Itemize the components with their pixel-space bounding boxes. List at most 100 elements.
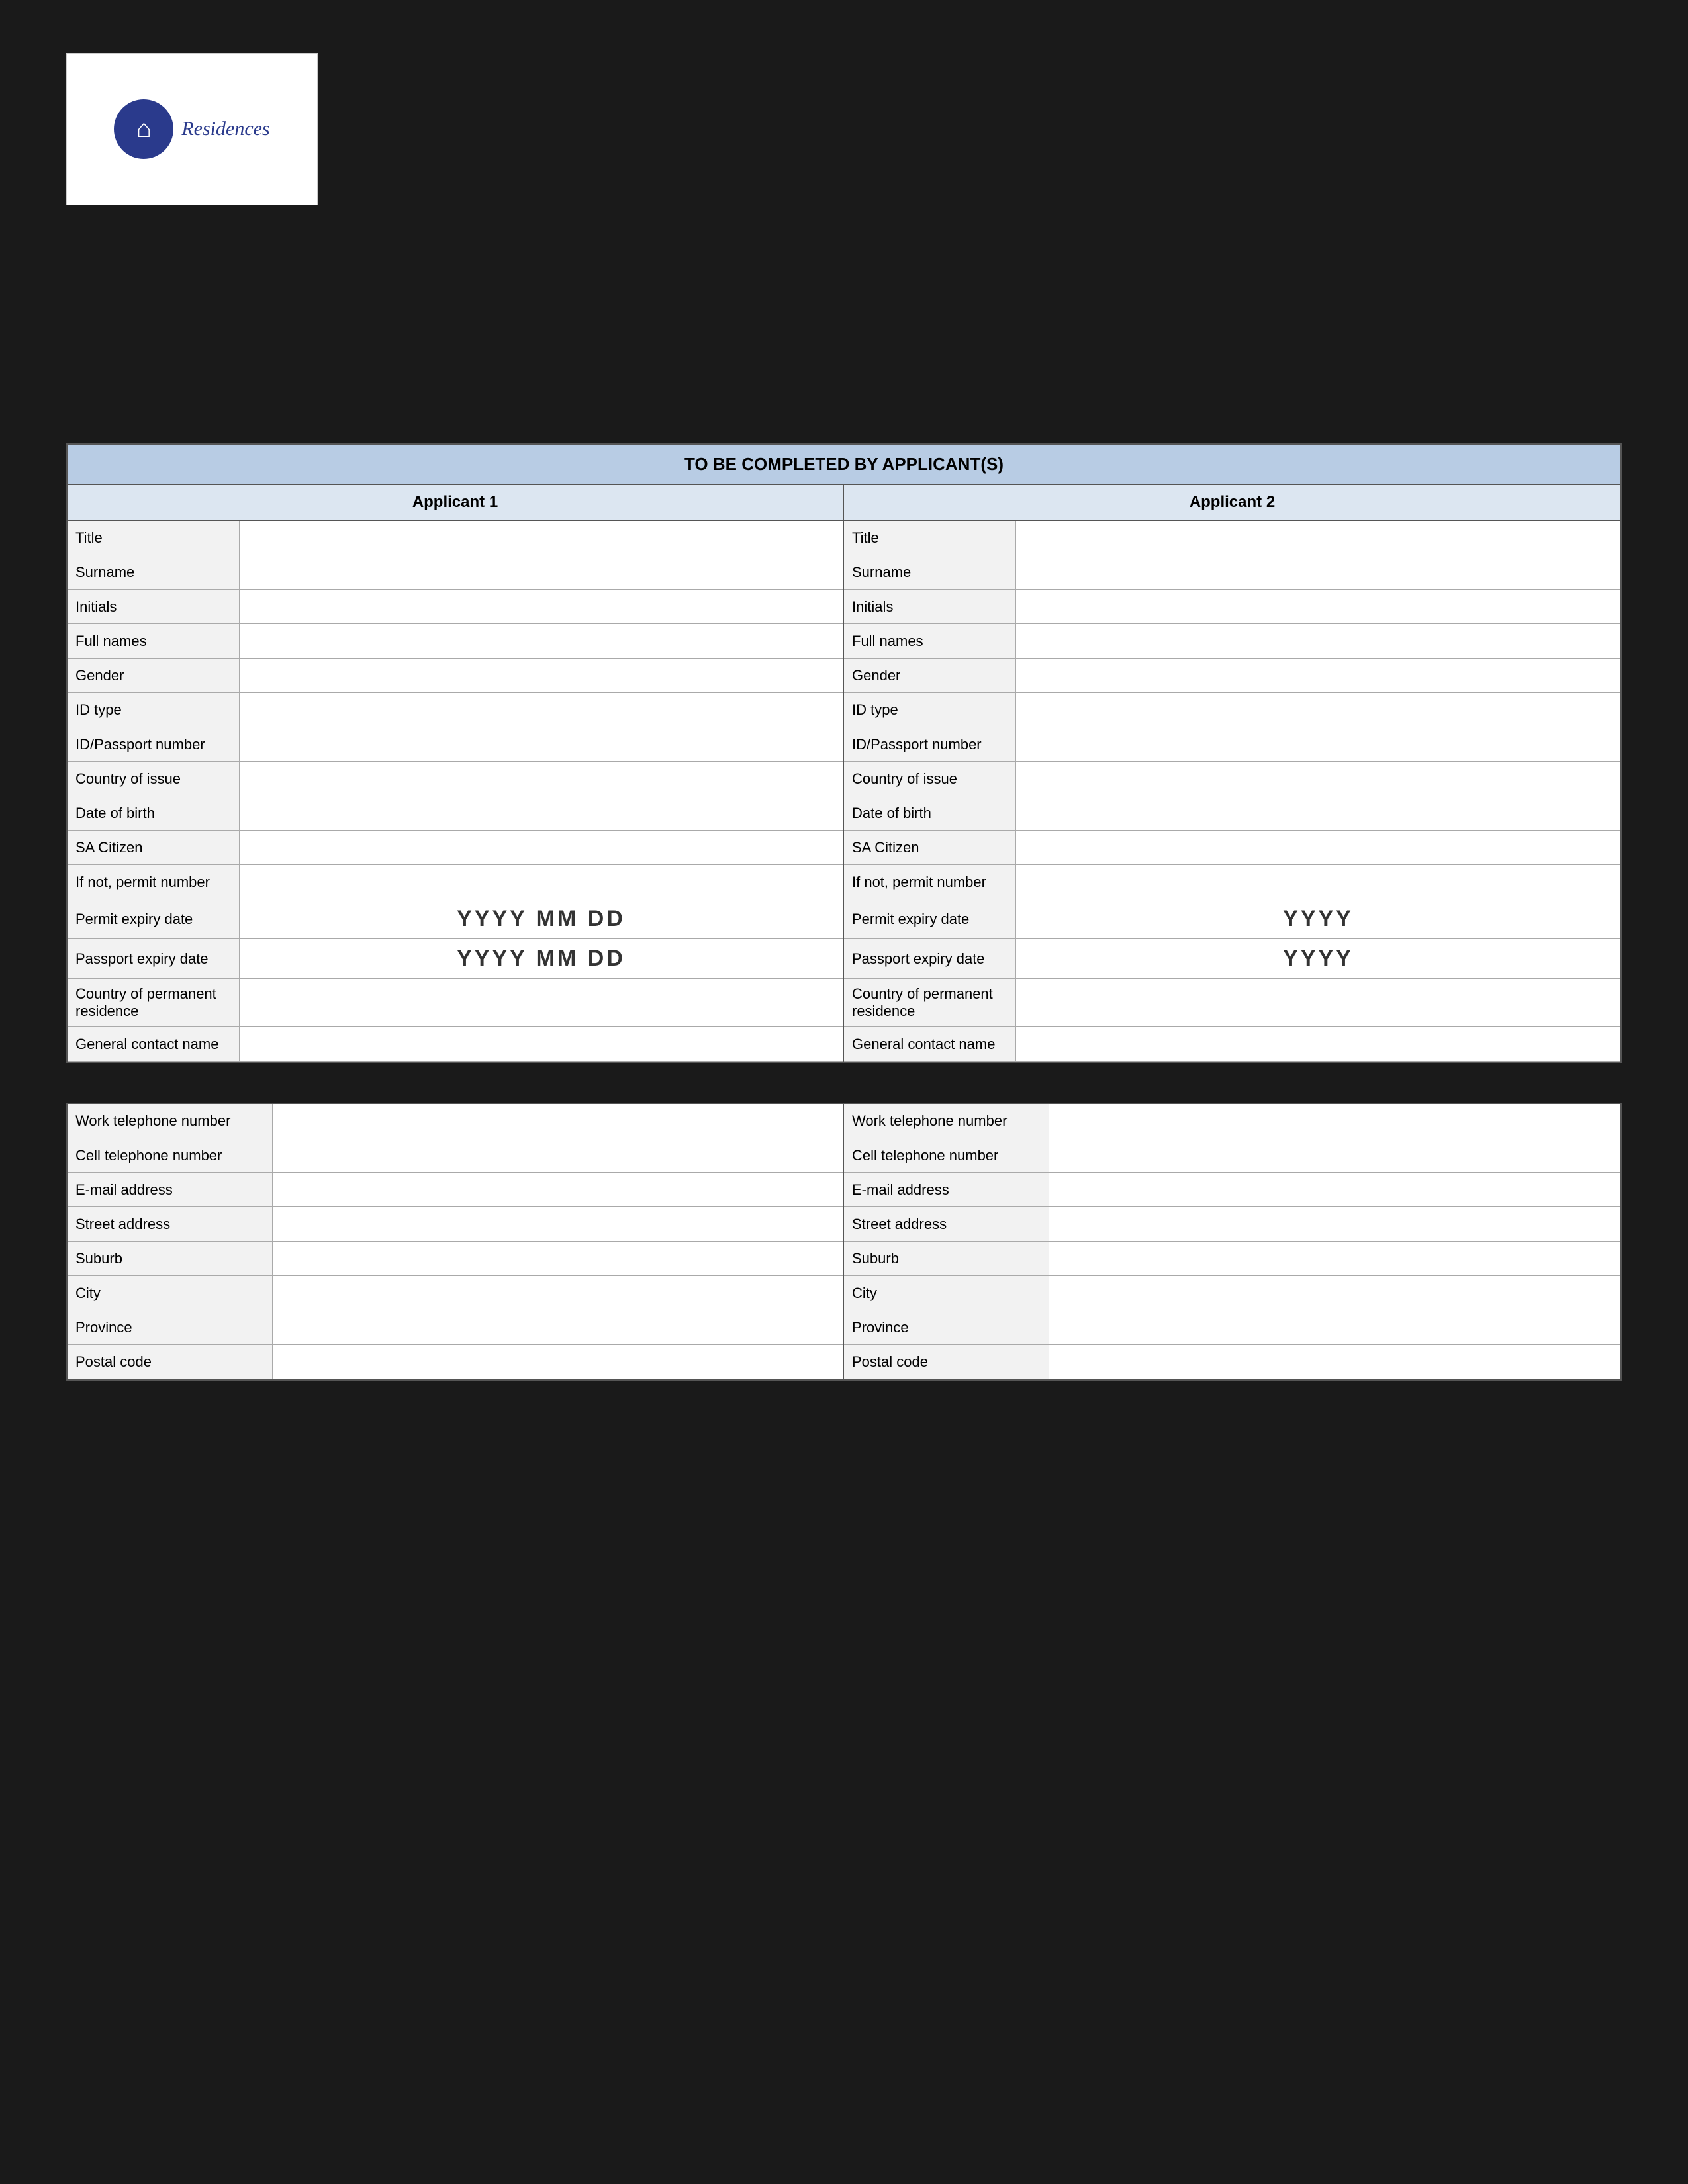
contact-field-value[interactable] xyxy=(1049,1207,1620,1241)
contact-field-value[interactable] xyxy=(1049,1242,1620,1275)
field-label: Date of birth xyxy=(68,796,240,830)
field-value[interactable] xyxy=(1016,831,1620,864)
contact-field-row: Cell telephone number xyxy=(844,1138,1620,1173)
contact-field-value[interactable] xyxy=(273,1242,843,1275)
logo-text: Residences xyxy=(181,118,269,140)
field-label: Permit expiry date xyxy=(68,899,240,938)
field-value[interactable] xyxy=(1016,727,1620,761)
field-value[interactable]: YYYY MM DD xyxy=(240,899,843,938)
contact-field-row: City xyxy=(844,1276,1620,1310)
field-value[interactable] xyxy=(240,659,843,692)
contact-field-value[interactable] xyxy=(273,1207,843,1241)
field-value[interactable] xyxy=(240,727,843,761)
field-label: Country of permanent residence xyxy=(68,979,240,1026)
logo-house-icon: ⌂ xyxy=(136,115,152,144)
field-value[interactable] xyxy=(240,1027,843,1061)
field-value[interactable] xyxy=(240,865,843,899)
field-row: ID type xyxy=(68,693,843,727)
field-value[interactable] xyxy=(240,796,843,830)
field-row: Country of permanent residence xyxy=(68,979,843,1027)
field-label: Gender xyxy=(68,659,240,692)
applicants-header: Applicant 1 Applicant 2 xyxy=(68,485,1620,521)
contact-field-label: Suburb xyxy=(844,1242,1049,1275)
contact-field-value[interactable] xyxy=(273,1276,843,1310)
field-value[interactable] xyxy=(240,693,843,727)
field-row: Passport expiry dateYYYY MM DD xyxy=(68,939,843,979)
field-label: Passport expiry date xyxy=(844,939,1016,978)
field-value[interactable] xyxy=(1016,762,1620,796)
applicant1-col: TitleSurnameInitialsFull namesGenderID t… xyxy=(68,521,844,1062)
contact-field-row: E-mail address xyxy=(844,1173,1620,1207)
contact-field-row: Suburb xyxy=(68,1242,843,1276)
field-label: ID/Passport number xyxy=(844,727,1016,761)
field-value[interactable] xyxy=(1016,796,1620,830)
contact-field-value[interactable] xyxy=(273,1138,843,1172)
field-value[interactable] xyxy=(1016,521,1620,555)
field-label: Initials xyxy=(68,590,240,623)
field-value[interactable] xyxy=(1016,659,1620,692)
contact-field-value[interactable] xyxy=(1049,1310,1620,1344)
field-value[interactable] xyxy=(1016,590,1620,623)
contact-field-value[interactable] xyxy=(273,1173,843,1206)
contact-field-label: Postal code xyxy=(68,1345,273,1379)
field-label: Permit expiry date xyxy=(844,899,1016,938)
field-value[interactable] xyxy=(240,762,843,796)
contact-field-label: Street address xyxy=(68,1207,273,1241)
field-value[interactable] xyxy=(240,521,843,555)
logo-circle: ⌂ xyxy=(114,99,173,159)
field-row: Surname xyxy=(844,555,1620,590)
field-row: Surname xyxy=(68,555,843,590)
field-label: Full names xyxy=(68,624,240,658)
field-label: Date of birth xyxy=(844,796,1016,830)
contact-field-row: Suburb xyxy=(844,1242,1620,1276)
field-label: Full names xyxy=(844,624,1016,658)
field-label: Initials xyxy=(844,590,1016,623)
form-title: TO BE COMPLETED BY APPLICANT(S) xyxy=(68,445,1620,485)
field-value[interactable] xyxy=(1016,979,1620,1026)
contact-field-value[interactable] xyxy=(1049,1173,1620,1206)
contact-field-row: Province xyxy=(844,1310,1620,1345)
field-label: If not, permit number xyxy=(844,865,1016,899)
field-row: Title xyxy=(68,521,843,555)
field-label: Title xyxy=(844,521,1016,555)
field-value[interactable] xyxy=(1016,624,1620,658)
contact-field-value[interactable] xyxy=(273,1310,843,1344)
field-value[interactable] xyxy=(1016,865,1620,899)
contact-field-label: Street address xyxy=(844,1207,1049,1241)
field-row: Gender xyxy=(68,659,843,693)
field-value[interactable]: YYYY MM DD xyxy=(240,939,843,978)
field-value[interactable] xyxy=(240,979,843,1026)
field-value[interactable]: YYYY xyxy=(1016,899,1620,938)
field-row: Initials xyxy=(68,590,843,624)
contact-field-row: Cell telephone number xyxy=(68,1138,843,1173)
field-value[interactable] xyxy=(240,624,843,658)
field-value[interactable]: YYYY xyxy=(1016,939,1620,978)
field-label: General contact name xyxy=(68,1027,240,1061)
contact-field-value[interactable] xyxy=(273,1345,843,1379)
field-row: General contact name xyxy=(844,1027,1620,1062)
field-value[interactable] xyxy=(1016,693,1620,727)
contact-field-value[interactable] xyxy=(1049,1345,1620,1379)
field-value[interactable] xyxy=(240,831,843,864)
field-row: Date of birth xyxy=(68,796,843,831)
field-label: SA Citizen xyxy=(68,831,240,864)
contact2-col: Work telephone numberCell telephone numb… xyxy=(844,1104,1620,1379)
field-row: ID type xyxy=(844,693,1620,727)
contact-field-row: Postal code xyxy=(68,1345,843,1379)
contact-field-row: Postal code xyxy=(844,1345,1620,1379)
field-row: Country of issue xyxy=(844,762,1620,796)
contact-field-value[interactable] xyxy=(1049,1276,1620,1310)
field-value[interactable] xyxy=(1016,1027,1620,1061)
field-row: Initials xyxy=(844,590,1620,624)
contact-field-row: Province xyxy=(68,1310,843,1345)
contact-field-value[interactable] xyxy=(1049,1138,1620,1172)
contact-field-label: Postal code xyxy=(844,1345,1049,1379)
field-value[interactable] xyxy=(240,555,843,589)
field-row: If not, permit number xyxy=(844,865,1620,899)
field-value[interactable] xyxy=(240,590,843,623)
contact-field-value[interactable] xyxy=(1049,1104,1620,1138)
main-form: TO BE COMPLETED BY APPLICANT(S) Applican… xyxy=(66,443,1622,1063)
logo-box: ⌂ Residences xyxy=(66,53,318,205)
contact-field-value[interactable] xyxy=(273,1104,843,1138)
field-value[interactable] xyxy=(1016,555,1620,589)
